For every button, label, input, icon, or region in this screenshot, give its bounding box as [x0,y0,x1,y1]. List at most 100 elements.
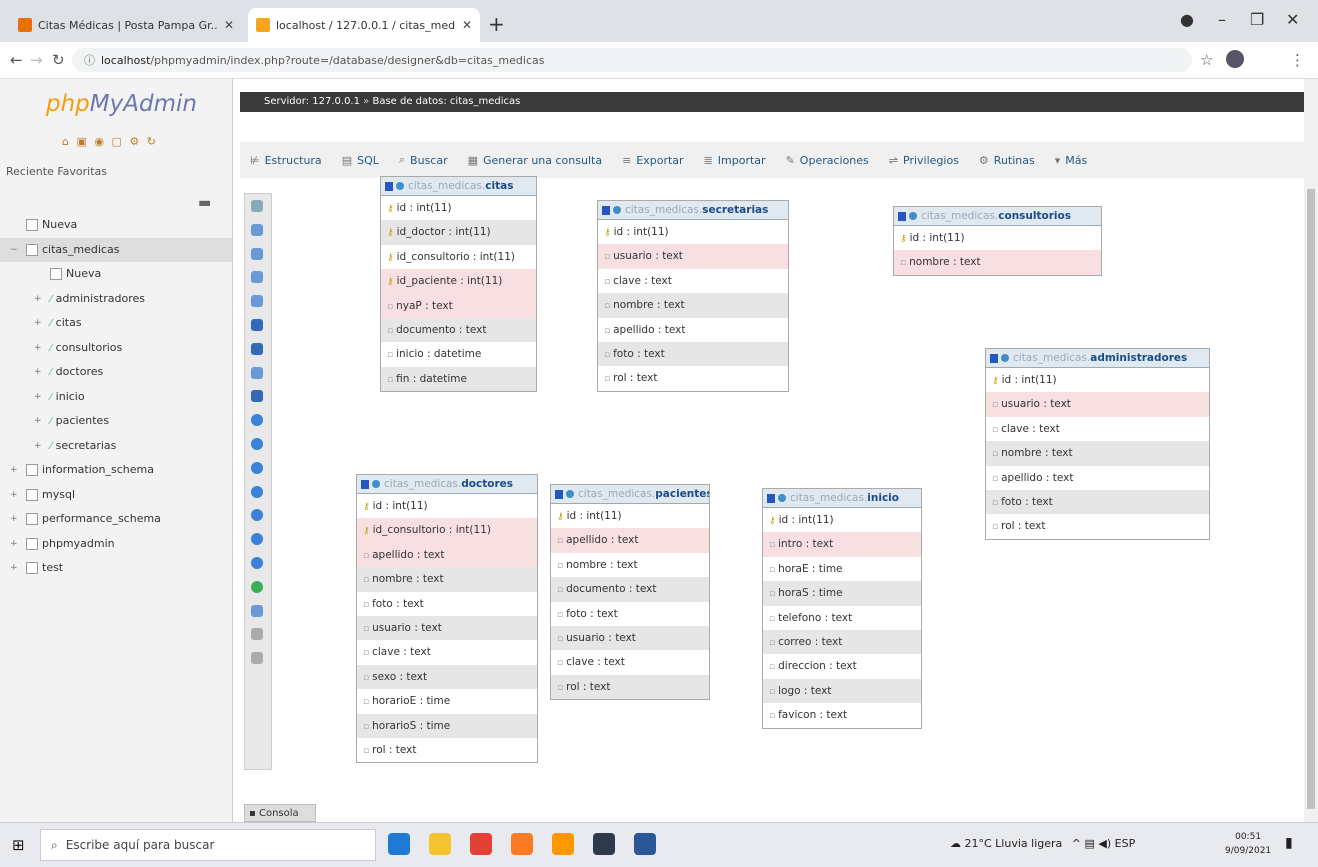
toggle-columns-icon[interactable] [385,181,393,191]
photos-app-icon[interactable] [593,833,615,855]
word-app-icon[interactable] [634,833,656,855]
weather-icon[interactable]: ☁ [950,837,961,850]
menu-más[interactable]: ▾ Más [1045,154,1098,167]
table-field-row[interactable]: ⚷ id : int(11) [598,220,788,244]
designer-table-header[interactable]: citas_medicas. pacientes [551,485,709,504]
table-field-row[interactable]: ▫ logo : text [763,678,921,704]
table-field-row[interactable]: ▫ foto : text [357,592,537,616]
toggle-columns-icon[interactable] [898,211,906,221]
weather-text[interactable]: 21°C Lluvia ligera [965,837,1063,850]
toggle-columns-icon[interactable] [990,353,998,363]
table-field-row[interactable]: ▫ fin : datetime [381,366,536,392]
tree-node[interactable]: + information_schema [0,458,232,483]
designer-table-header[interactable]: citas_medicas. doctores [357,475,537,494]
toggle-columns-icon[interactable] [555,489,563,499]
windows-start-icon[interactable]: ⊞ [12,836,25,854]
table-field-row[interactable]: ▫ apellido : text [357,542,537,568]
tree-node[interactable]: Nueva [0,213,232,238]
table-options-icon[interactable] [778,494,786,502]
table-field-row[interactable]: ▫ rol : text [598,366,788,390]
forward-icon[interactable]: → [30,51,43,69]
table-field-row[interactable]: ▫ sexo : text [357,664,537,690]
restore-icon[interactable]: ❐ [1250,10,1264,29]
edge-app-icon[interactable] [388,833,410,855]
table-field-row[interactable]: ▫ nombre : text [357,567,537,592]
table-field-row[interactable]: ⚷ id_consultorio : int(11) [357,518,537,543]
table-field-row[interactable]: ▫ foto : text [598,341,788,367]
sublime-app-icon[interactable] [552,833,574,855]
designer-table-inicio[interactable]: citas_medicas. inicio ⚷ id : int(11) ▫ intro … [762,488,922,729]
designer-table-citas[interactable]: citas_medicas. citas ⚷ id : int(11) ⚷ id_doct… [380,176,537,393]
designer-table-pacientes[interactable]: citas_medicas. pacientes ⚷ id : int(11) ▫ ape… [550,484,710,701]
expand-node-icon[interactable]: + [34,336,42,361]
recent-link[interactable]: Reciente [6,165,54,178]
relation-icon[interactable] [251,390,263,403]
designer-table-consultorios[interactable]: citas_medicas. consultorios ⚷ id : int(11) ▫… [893,206,1102,276]
new-tab-button[interactable]: + [488,12,505,36]
expand-node-icon[interactable]: + [10,507,18,532]
back-icon[interactable]: ← [10,51,23,69]
url-field[interactable]: ⓘ localhost/phpmyadmin/index.php?route=/… [72,48,1192,72]
tree-node[interactable]: + test [0,556,232,581]
table-field-row[interactable]: ▫ inicio : datetime [381,342,536,366]
pin-icon[interactable] [251,652,263,665]
table-field-row[interactable]: ▫ documento : text [381,317,536,343]
expand-node-icon[interactable]: + [10,458,18,483]
tree-node[interactable]: Nueva [0,262,232,287]
page-icon[interactable] [251,366,263,379]
expand-node-icon[interactable]: + [10,483,18,508]
menu-generar-una-consulta[interactable]: ▦ Generar una consulta [458,154,612,167]
designer-table-header[interactable]: citas_medicas. citas [381,177,536,196]
server-breadcrumb[interactable]: Servidor: 127.0.0.1 [264,96,360,107]
table-field-row[interactable]: ▫ documento : text [551,577,709,602]
table-options-icon[interactable] [613,206,621,214]
profile-avatar[interactable] [1226,50,1244,68]
expand-node-icon[interactable]: + [10,532,18,557]
help-icon[interactable] [251,461,263,474]
table-field-row[interactable]: ▫ rol : text [357,738,537,762]
table-field-row[interactable]: ▫ rol : text [986,514,1209,538]
menu-rutinas[interactable]: ⚙ Rutinas [969,154,1045,167]
table-field-row[interactable]: ⚷ id : int(11) [763,508,921,532]
tab-phpmyadmin[interactable]: localhost / 127.0.0.1 / citas_med... ✕ [248,8,480,42]
table-options-icon[interactable] [372,480,380,488]
table-field-row[interactable]: ▫ nombre : text [986,441,1209,466]
page-icon[interactable] [251,271,263,284]
table-field-row[interactable]: ▫ horarioS : time [357,713,537,738]
reload-icon[interactable] [251,247,263,260]
designer-table-header[interactable]: citas_medicas. consultorios [894,207,1101,226]
save-as-icon[interactable] [251,342,263,355]
table-field-row[interactable]: ▫ direccion : text [763,654,921,678]
database-breadcrumb[interactable]: Base de datos: citas_medicas [372,96,520,107]
toggle-columns-icon[interactable] [767,493,775,503]
menu-privilegios[interactable]: ⇌ Privilegios [879,154,969,167]
expand-node-icon[interactable]: + [34,434,42,459]
sidebar-quick-icons[interactable]: ⌂ ▣ ◉ ▢ ⚙ ↻ [62,135,158,148]
expand-node-icon[interactable]: + [34,287,42,312]
help-icon[interactable] [251,414,263,427]
notifications-icon[interactable]: ▮ [1285,835,1293,851]
taskbar-search[interactable]: ⌕ Escribe aquí para buscar [40,829,376,861]
file-explorer-app-icon[interactable] [429,833,451,855]
table-field-row[interactable]: ▫ usuario : text [551,625,709,651]
expand-node-icon[interactable]: + [34,409,42,434]
table-field-row[interactable]: ▫ nyaP : text [381,293,536,318]
table-options-icon[interactable] [566,490,574,498]
designer-table-secretarias[interactable]: citas_medicas. secretarias ⚷ id : int(11) ▫ u… [597,200,789,392]
scrollbar-thumb[interactable] [1307,189,1315,809]
designer-table-administradores[interactable]: citas_medicas. administradores ⚷ id : int(1… [985,348,1210,540]
collapse-node-icon[interactable]: − [10,238,18,263]
table-field-row[interactable]: ▫ intro : text [763,532,921,557]
volume-icon[interactable]: ◀) [1098,837,1111,850]
more-menu-icon[interactable]: ⋮ [1290,51,1305,69]
export-icon[interactable] [251,580,263,593]
network-icon[interactable]: ▤ [1084,837,1094,850]
menu-buscar[interactable]: ⌕ Buscar [389,153,458,167]
table-field-row[interactable]: ▫ horaS : time [763,581,921,606]
table-options-icon[interactable] [396,182,404,190]
info-icon[interactable]: ⓘ [84,52,95,68]
menu-importar[interactable]: ≣ Importar [694,154,776,167]
table-field-row[interactable]: ▫ foto : text [551,602,709,626]
designer-table-header[interactable]: citas_medicas. secretarias [598,201,788,220]
help-icon[interactable] [251,509,263,522]
